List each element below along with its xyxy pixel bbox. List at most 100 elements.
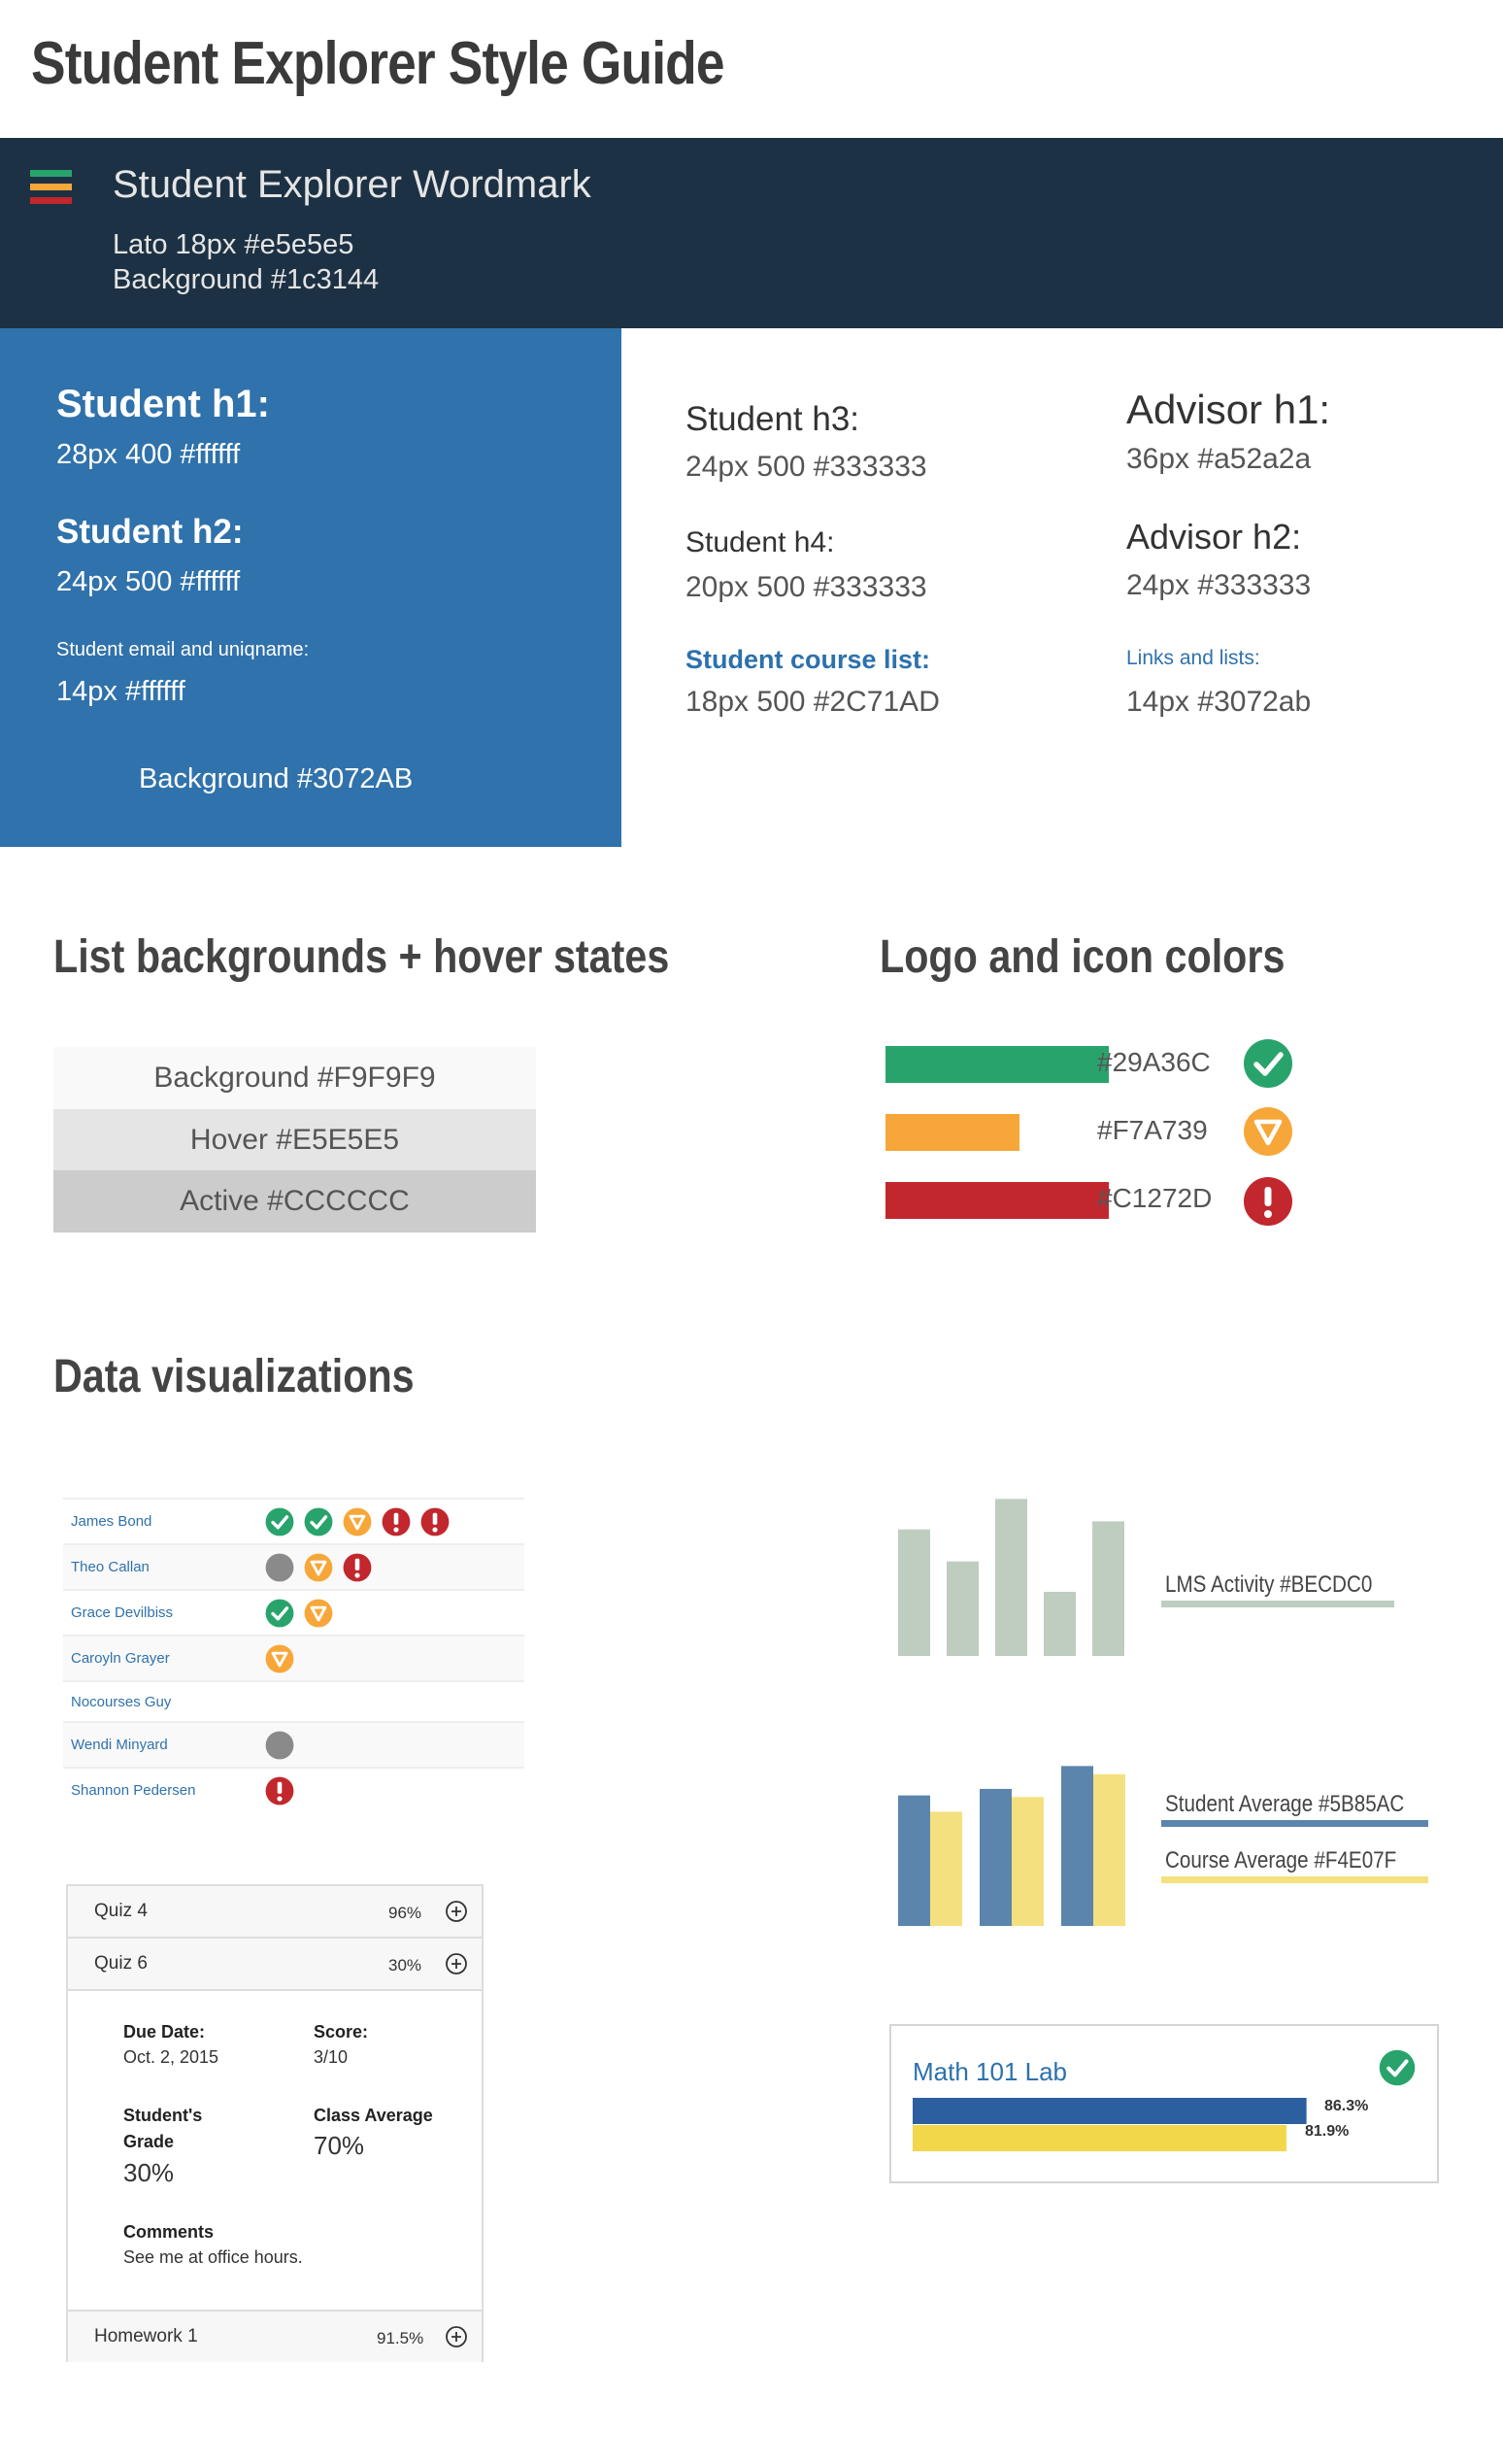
student-h1-label: Student h1: (56, 383, 270, 425)
table-row[interactable]: Grace Devilbiss (63, 1589, 524, 1635)
quiz-score: 30% (388, 1956, 422, 1975)
plus-circle-icon[interactable] (445, 2325, 468, 2348)
logo-stripe-green-icon (30, 170, 72, 177)
score-label: Score: (314, 2022, 369, 2042)
course-pct-label: 81.9% (1305, 2123, 1350, 2140)
student-name-link[interactable]: Wendi Minyard (71, 1737, 168, 1753)
student-h4-label: Student h4: (685, 526, 835, 558)
dataviz-heading: Data visualizations (53, 1351, 415, 1402)
swatch-green-label: #29A36C (1097, 1047, 1211, 1077)
logo-stripe-red-icon (30, 197, 72, 204)
list-item-background[interactable]: Background #F9F9F9 (53, 1047, 536, 1109)
swatch-orange-label: #F7A739 (1097, 1115, 1208, 1145)
triangle-down-icon (304, 1553, 333, 1581)
student-bg-spec: Background #3072AB (139, 763, 414, 794)
student-average-bar (898, 1795, 930, 1926)
lms-bar (995, 1499, 1027, 1656)
quiz-row-homework-1[interactable]: Homework 1 91.5% (68, 2310, 482, 2362)
swatch-green (885, 1046, 1109, 1083)
student-h1-spec: 28px 400 #ffffff (56, 439, 241, 470)
status-icons (265, 1599, 333, 1628)
student-email-spec: 14px #ffffff (56, 676, 185, 707)
student-grade-label-line2: Grade (123, 2132, 175, 2151)
status-icons (265, 1644, 294, 1673)
quiz-name: Quiz 4 (94, 1901, 148, 1921)
student-name-link[interactable]: Caroyln Grayer (71, 1650, 170, 1667)
table-row[interactable]: James Bond (63, 1498, 524, 1543)
triangle-down-icon (265, 1644, 294, 1672)
student-name-link[interactable]: Theo Callan (71, 1559, 150, 1575)
advisor-h1-label: Advisor h1: (1126, 387, 1331, 432)
lms-bar (1044, 1592, 1076, 1656)
student-course-list-spec: 18px 500 #2C71AD (685, 686, 940, 718)
course-card-title[interactable]: Math 101 Lab (913, 2057, 1067, 2087)
student-progress-bar (913, 2098, 1307, 2124)
student-email-label: Student email and uniqname: (56, 639, 310, 660)
quiz-name: Homework 1 (94, 2326, 198, 2346)
status-icons (265, 1731, 294, 1760)
class-average-label: Class Average (314, 2106, 433, 2125)
quiz-accordion: Quiz 4 96% Quiz 6 30% Due Date: Oct. 2, … (66, 1884, 484, 2362)
student-h2-label: Student h2: (56, 513, 244, 551)
list-item-active[interactable]: Active #CCCCCC (53, 1170, 536, 1232)
quiz-score: 96% (388, 1904, 422, 1922)
student-name-link[interactable]: Nocourses Guy (71, 1694, 171, 1710)
student-name-link[interactable]: Shannon Pedersen (71, 1782, 195, 1799)
due-date-label: Due Date: (123, 2022, 206, 2042)
student-avg-legend-line (1161, 1820, 1428, 1827)
quiz-score: 91.5% (377, 2329, 424, 2347)
advisor-h2-label: Advisor h2: (1126, 517, 1302, 557)
page-title: Student Explorer Style Guide (31, 30, 725, 97)
check-circle-icon (1244, 1039, 1292, 1088)
student-h3-label: Student h3: (685, 400, 860, 438)
class-average-value: 70% (314, 2131, 365, 2160)
quiz-row-quiz-6[interactable]: Quiz 6 30% (68, 1939, 482, 1991)
course-card-bars (913, 2098, 1307, 2151)
student-name-link[interactable]: Grace Devilbiss (71, 1604, 173, 1621)
course-avg-legend-line (1161, 1876, 1428, 1883)
plus-circle-icon[interactable] (445, 1952, 468, 1975)
course-average-bar (930, 1811, 962, 1926)
table-row[interactable]: Wendi Minyard (63, 1721, 524, 1767)
swatch-red-label: #C1272D (1097, 1183, 1213, 1213)
status-icons (265, 1507, 450, 1536)
course-card-math-101-lab[interactable]: Math 101 Lab 86.3% 81.9% (889, 2024, 1439, 2183)
table-row[interactable]: Shannon Pedersen (63, 1767, 524, 1812)
advisor-links-label[interactable]: Links and lists: (1126, 647, 1260, 670)
student-name-link[interactable]: James Bond (71, 1513, 151, 1530)
due-date-value: Oct. 2, 2015 (123, 2047, 219, 2067)
score-value: 3/10 (314, 2047, 349, 2067)
exclamation-circle-icon (1244, 1177, 1292, 1226)
table-row[interactable]: Nocourses Guy (63, 1680, 524, 1721)
student-type-panel: Student h1: 28px 400 #ffffff Student h2:… (0, 328, 621, 847)
student-grade-value: 30% (123, 2158, 175, 2187)
quiz-row-quiz-4[interactable]: Quiz 4 96% (68, 1886, 482, 1939)
exclamation-circle-icon (343, 1553, 372, 1581)
wordmark-title: Student Explorer Wordmark (113, 163, 591, 206)
quiz-name: Quiz 6 (94, 1953, 148, 1974)
status-icons (265, 1553, 372, 1582)
course-average-bar (1093, 1773, 1125, 1926)
table-row[interactable]: Caroyln Grayer (63, 1635, 524, 1680)
wordmark-font-spec: Lato 18px #e5e5e5 (113, 229, 354, 260)
table-row[interactable]: Theo Callan (63, 1543, 524, 1589)
exclamation-circle-icon (420, 1507, 450, 1536)
student-grade-label-line1: Student's (123, 2106, 203, 2125)
lms-bar (1092, 1521, 1124, 1656)
exclamation-circle-icon (265, 1776, 294, 1805)
advisor-h1-spec: 36px #a52a2a (1126, 443, 1312, 475)
no-data-circle-icon (265, 1553, 294, 1581)
list-section-heading: List backgrounds + hover states (53, 931, 670, 983)
triangle-down-icon (304, 1599, 333, 1627)
check-circle-icon (1379, 2049, 1416, 2086)
lms-legend-label: LMS Activity #BECDC0 (1165, 1571, 1373, 1598)
advisor-h2-spec: 24px #333333 (1126, 569, 1312, 601)
lms-bar (898, 1529, 930, 1656)
course-average-bar (1012, 1797, 1044, 1926)
advisor-links-spec: 14px #3072ab (1126, 686, 1312, 718)
student-course-list-label[interactable]: Student course list: (685, 645, 930, 675)
student-h2-spec: 24px 500 #ffffff (56, 566, 241, 597)
plus-circle-icon[interactable] (445, 1900, 468, 1923)
color-section-heading: Logo and icon colors (880, 931, 1286, 983)
list-item-hover[interactable]: Hover #E5E5E5 (53, 1109, 536, 1170)
